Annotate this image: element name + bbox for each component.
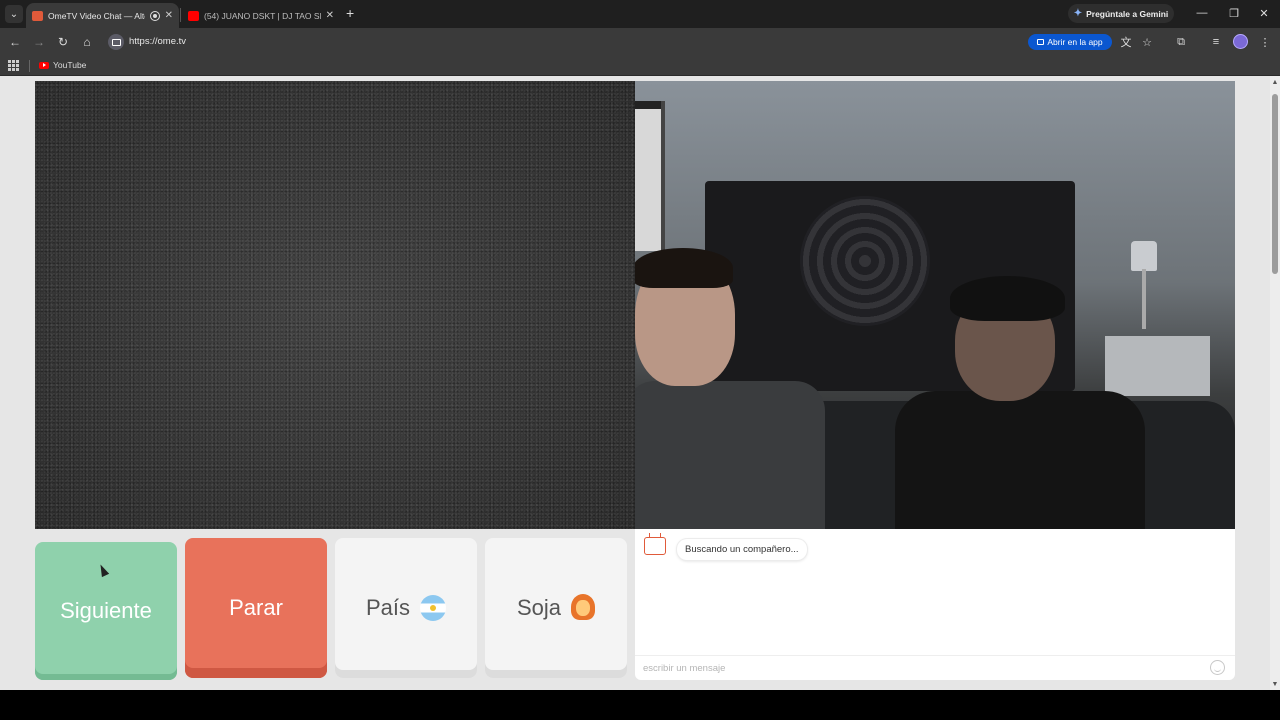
app-window-icon	[1037, 39, 1045, 45]
chat-status-message: Buscando un compañero...	[677, 539, 807, 560]
minimize-icon[interactable]: —	[1190, 4, 1214, 22]
scroll-down-icon[interactable]: ▼	[1271, 681, 1279, 688]
argentina-flag-icon	[420, 595, 447, 621]
tab-search-icon[interactable]: ⌄	[5, 5, 23, 23]
close-icon[interactable]: ✕	[326, 10, 334, 21]
bookmarks-bar: YouTube	[0, 56, 1280, 76]
profile-avatar[interactable]	[1233, 34, 1248, 49]
youtube-favicon-icon	[188, 10, 199, 21]
browser-tab-bar: ⌄ OmeTV Video Chat — Alte ✕ (54) JUANO D…	[0, 0, 1280, 28]
gender-button[interactable]: Soja	[485, 538, 627, 678]
chat-panel: Buscando un compañero...	[635, 529, 1235, 680]
stop-button-label: Parar	[229, 595, 283, 620]
menu-icon[interactable]: ⋮	[1257, 34, 1273, 50]
tab-title: OmeTV Video Chat — Alte	[48, 10, 145, 21]
address-bar[interactable]: https://ome.tv	[129, 36, 186, 47]
ometv-favicon-icon	[32, 10, 43, 21]
gemini-button[interactable]: ✦ Pregúntale a Gemini	[1068, 4, 1174, 23]
tab-youtube[interactable]: (54) JUANO DSKT | DJ TAO SES ✕	[182, 3, 340, 28]
apps-grid-icon[interactable]	[8, 60, 19, 71]
youtube-icon	[39, 61, 49, 69]
forward-icon[interactable]: →	[30, 33, 48, 51]
emoji-icon[interactable]	[1210, 660, 1225, 675]
bookmark-divider	[29, 60, 30, 72]
browser-toolbar: ← → ↻ ⌂ https://ome.tv Abrir en la app 文…	[0, 28, 1280, 56]
scroll-thumb[interactable]	[1272, 94, 1278, 274]
window-close-icon[interactable]: ✕	[1252, 4, 1276, 22]
recording-icon	[149, 10, 160, 21]
video-scene-shelf	[635, 101, 665, 251]
remote-video	[635, 81, 1235, 529]
taskbar-area	[0, 690, 1280, 720]
chat-divider	[635, 655, 1235, 656]
tab-divider	[180, 8, 181, 22]
tab-title: (54) JUANO DSKT | DJ TAO SES	[204, 10, 321, 21]
tab-ometv[interactable]: OmeTV Video Chat — Alte ✕	[26, 3, 179, 28]
video-scene-pattern	[800, 196, 930, 326]
gemini-sparkle-icon: ✦	[1073, 8, 1083, 19]
gender-button-label: Soja	[516, 595, 562, 620]
open-in-app-button[interactable]: Abrir en la app	[1028, 34, 1112, 50]
video-person-left	[635, 248, 825, 529]
video-scene-lamp-stem	[1142, 269, 1146, 329]
next-button-label: Siguiente	[60, 598, 152, 623]
bookmark-youtube[interactable]: YouTube	[39, 60, 86, 70]
stop-button[interactable]: Parar	[185, 538, 327, 678]
message-input[interactable]	[643, 660, 1203, 676]
media-icon[interactable]: ≡	[1208, 34, 1224, 50]
site-info-icon[interactable]	[108, 34, 124, 50]
country-button[interactable]: País	[335, 538, 477, 678]
gemini-label: Pregúntale a Gemini	[1086, 8, 1169, 19]
reload-icon[interactable]: ↻	[54, 33, 72, 51]
country-button-label: País	[365, 595, 411, 620]
translate-icon[interactable]: 文	[1118, 34, 1134, 50]
scroll-up-icon[interactable]: ▲	[1271, 79, 1279, 86]
new-tab-icon[interactable]: +	[346, 5, 354, 21]
home-icon[interactable]: ⌂	[78, 33, 96, 51]
local-video-static	[35, 81, 635, 529]
open-in-app-label: Abrir en la app	[1047, 37, 1103, 47]
bookmark-label: YouTube	[53, 60, 87, 70]
close-icon[interactable]: ✕	[165, 10, 173, 21]
next-button[interactable]: Siguiente	[35, 542, 177, 680]
star-icon[interactable]: ☆	[1139, 34, 1155, 50]
woman-icon	[571, 594, 596, 622]
back-icon[interactable]: ←	[6, 33, 24, 51]
page-scrollbar[interactable]: ▲ ▼	[1270, 76, 1280, 690]
extensions-icon[interactable]: ⧉	[1173, 34, 1189, 50]
video-person-right	[895, 261, 1145, 529]
ometv-logo-icon	[644, 537, 666, 555]
maximize-icon[interactable]: ❐	[1222, 4, 1246, 22]
